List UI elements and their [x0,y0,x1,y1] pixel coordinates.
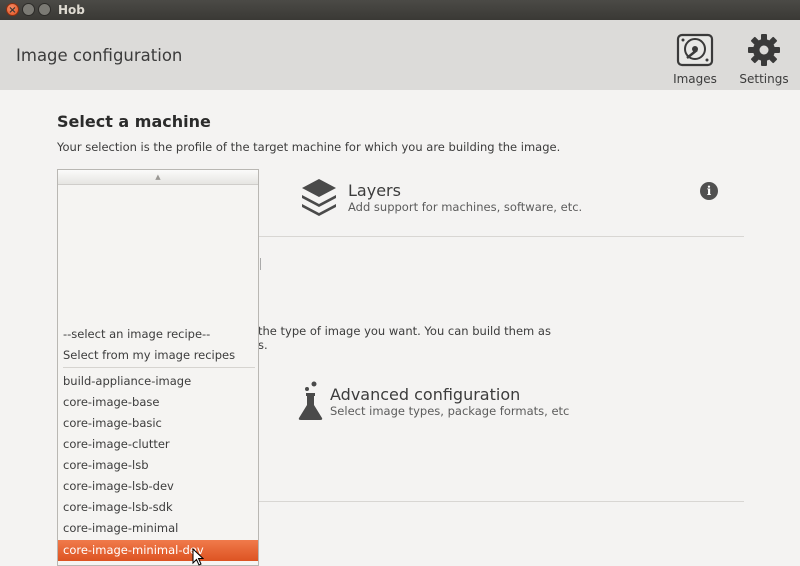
dropdown-item-selected[interactable]: core-image-minimal-dev [58,540,258,561]
dropdown-separator [63,367,255,368]
dropdown-item[interactable]: core-image-lsb [58,455,258,476]
close-icon: × [8,5,17,16]
image-recipe-dropdown-list[interactable]: ▲ --select an image recipe-- Select from… [57,169,259,566]
recipe-description-partial: the type of image you want. You can buil… [258,324,551,338]
hard-disk-icon [676,33,714,67]
advanced-configuration-button[interactable]: Advanced configuration [330,385,520,404]
dropdown-item[interactable]: core-image-minimal [58,518,258,539]
select-machine-description: Your selection is the profile of the tar… [57,140,561,154]
dropdown-item[interactable]: Select from my image recipes [58,345,258,366]
recipe-description-partial-2: s. [258,338,268,352]
dropdown-item[interactable]: build-appliance-image [58,371,258,392]
app-header: Image configuration Images Settings [0,20,800,90]
window-titlebar: × Hob [0,0,800,20]
dropdown-item[interactable]: core-image-lsb-sdk [58,497,258,518]
settings-button[interactable]: Settings [733,30,795,88]
info-icon[interactable]: i [700,182,718,200]
images-button-label: Images [673,72,717,86]
close-window-button[interactable]: × [6,3,19,16]
divider [258,236,744,237]
gear-icon [748,34,780,66]
minimize-window-button[interactable] [22,3,35,16]
mouse-pointer-icon [192,548,204,566]
page-title: Image configuration [16,46,183,65]
scroll-up-arrow-icon[interactable]: ▲ [58,170,258,185]
images-button[interactable]: Images [664,30,726,88]
maximize-window-button[interactable] [38,3,51,16]
divider [258,501,744,502]
dropdown-item[interactable]: core-image-base [58,392,258,413]
advanced-configuration-subtitle: Select image types, package formats, etc [330,404,570,418]
dropdown-item[interactable]: core-image-lsb-dev [58,476,258,497]
select-machine-title: Select a machine [57,112,211,131]
dropdown-item[interactable]: --select an image recipe-- [58,324,258,345]
settings-button-label: Settings [739,72,789,86]
flask-icon[interactable] [296,380,324,422]
dropdown-item[interactable]: core-image-clutter [58,434,258,455]
layers-icon[interactable] [300,177,338,217]
layers-button[interactable]: Layers [348,181,401,200]
dropdown-item[interactable]: core-image-basic [58,413,258,434]
window-title: Hob [58,3,85,17]
layers-subtitle: Add support for machines, software, etc. [348,200,583,214]
